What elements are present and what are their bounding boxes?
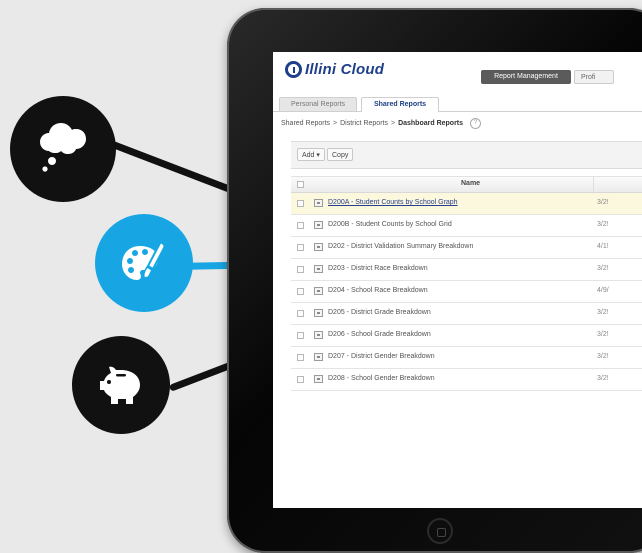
row-checkbox[interactable] — [297, 288, 304, 295]
thought-callout — [10, 96, 116, 202]
reports-table: Name D200A - Student Counts by School Gr… — [291, 176, 642, 391]
report-icon — [314, 265, 323, 273]
table-row[interactable]: D204 - School Race Breakdown 4/9/ — [291, 281, 642, 303]
table-row[interactable]: D200A - Student Counts by School Graph 3/… — [291, 193, 642, 215]
row-checkbox[interactable] — [297, 310, 304, 317]
report-date: 3/2! — [597, 309, 609, 316]
breadcrumb-dashboard-reports: Dashboard Reports — [398, 120, 464, 127]
table-row[interactable]: D203 - District Race Breakdown 3/2! — [291, 259, 642, 281]
table-row[interactable]: D208 - School Gender Breakdown 3/2! — [291, 369, 642, 391]
app-header: Illini Cloud Report Management Profi — [273, 52, 642, 88]
report-icon — [314, 287, 323, 295]
report-name-link[interactable]: D200A - Student Counts by School Graph — [328, 199, 458, 206]
name-column-header[interactable]: Name — [461, 180, 480, 187]
tab-personal-reports[interactable]: Personal Reports — [279, 97, 357, 111]
report-date: 3/2! — [597, 353, 609, 360]
report-date: 3/2! — [597, 331, 609, 338]
report-date: 4/9/ — [597, 287, 609, 294]
breadcrumb-shared-reports[interactable]: Shared Reports — [281, 120, 330, 127]
table-body: D200A - Student Counts by School Graph 3/… — [291, 193, 642, 391]
add-button-label: Add — [302, 152, 315, 159]
breadcrumb: Shared Reports > District Reports > Dash… — [281, 118, 482, 129]
palette-brush-icon — [118, 237, 170, 289]
table-row[interactable]: D200B - Student Counts by School Grid 3/2… — [291, 215, 642, 237]
add-dropdown-button[interactable]: Add ▾ — [297, 148, 325, 161]
tab-shared-reports[interactable]: Shared Reports — [361, 97, 439, 112]
report-name-link[interactable]: D203 - District Race Breakdown — [328, 265, 428, 272]
toolbar: Add ▾ Copy — [291, 141, 642, 169]
tablet-screen: Illini Cloud Report Management Profi Per… — [273, 52, 642, 508]
home-button[interactable] — [427, 518, 453, 544]
piggy-callout — [72, 336, 170, 434]
report-icon — [314, 221, 323, 229]
table-header: Name — [291, 176, 642, 193]
row-checkbox[interactable] — [297, 200, 304, 207]
profile-button[interactable]: Profi — [574, 70, 614, 84]
report-name-link[interactable]: D208 - School Gender Breakdown — [328, 375, 435, 382]
logo-text: Illini Cloud — [305, 61, 385, 78]
tablet-frame: Illini Cloud Report Management Profi Per… — [227, 8, 642, 553]
table-row[interactable]: D206 - School Grade Breakdown 3/2! — [291, 325, 642, 347]
select-all-checkbox[interactable] — [297, 181, 304, 188]
report-name-link[interactable]: D207 - District Gender Breakdown — [328, 353, 435, 360]
report-date: 3/2! — [597, 375, 609, 382]
breadcrumb-separator: > — [333, 120, 338, 127]
row-checkbox[interactable] — [297, 244, 304, 251]
report-icon — [314, 375, 323, 383]
report-icon — [314, 199, 323, 207]
table-row[interactable]: D205 - District Grade Breakdown 3/2! — [291, 303, 642, 325]
help-icon[interactable]: ? — [470, 118, 482, 129]
row-checkbox[interactable] — [297, 332, 304, 339]
info-logo-icon — [285, 61, 302, 78]
breadcrumb-separator: > — [390, 120, 396, 127]
report-tabs: Personal Reports Shared Reports — [273, 97, 642, 112]
report-icon — [314, 331, 323, 339]
report-name-link[interactable]: D202 - District Validation Summary Break… — [328, 243, 473, 250]
palette-callout — [95, 214, 193, 312]
piggy-bank-icon — [96, 360, 146, 410]
row-checkbox[interactable] — [297, 222, 304, 229]
row-checkbox[interactable] — [297, 354, 304, 361]
row-checkbox[interactable] — [297, 266, 304, 273]
chevron-down-icon: ▾ — [316, 152, 320, 159]
thought-cloud-icon — [35, 121, 91, 177]
report-name-link[interactable]: D206 - School Grade Breakdown — [328, 331, 431, 338]
report-date: 3/2! — [597, 199, 609, 206]
report-management-button[interactable]: Report Management — [481, 70, 571, 84]
report-name-link[interactable]: D204 - School Race Breakdown — [328, 287, 428, 294]
report-date: 4/1! — [597, 243, 609, 250]
report-icon — [314, 309, 323, 317]
row-checkbox[interactable] — [297, 376, 304, 383]
report-icon — [314, 353, 323, 361]
table-row[interactable]: D202 - District Validation Summary Break… — [291, 237, 642, 259]
report-icon — [314, 243, 323, 251]
breadcrumb-district-reports[interactable]: District Reports — [340, 120, 388, 127]
report-date: 3/2! — [597, 221, 609, 228]
column-divider — [593, 177, 594, 192]
connector-thought — [98, 136, 232, 193]
copy-button[interactable]: Copy — [327, 148, 354, 161]
table-row[interactable]: D207 - District Gender Breakdown 3/2! — [291, 347, 642, 369]
report-name-link[interactable]: D205 - District Grade Breakdown — [328, 309, 431, 316]
app-logo[interactable]: Illini Cloud — [285, 61, 384, 78]
report-date: 3/2! — [597, 265, 609, 272]
report-name-link[interactable]: D200B - Student Counts by School Grid — [328, 221, 452, 228]
